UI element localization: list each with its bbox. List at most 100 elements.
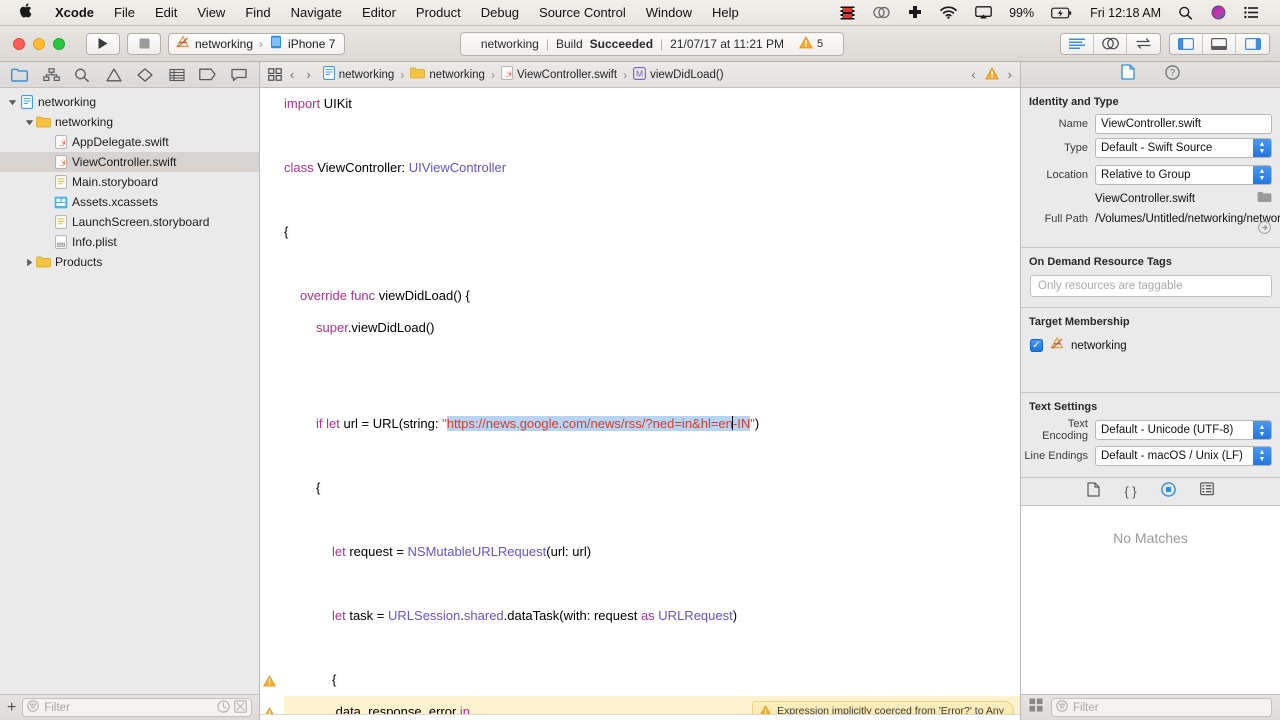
code-line[interactable]: let request = NSMutableURLRequest(url: u… [284, 536, 1020, 568]
file-inspector-tab[interactable] [1121, 64, 1135, 85]
test-navigator-tab[interactable] [130, 62, 161, 87]
disclosure-triangle-icon[interactable] [23, 118, 35, 127]
status-warning-group[interactable]: 5 [799, 35, 823, 52]
file-name-field[interactable]: ViewController.swift [1095, 113, 1272, 134]
gutter-warning-icon[interactable] [263, 674, 277, 688]
file-type-select[interactable]: Default - Swift Source ▲ ▼ [1095, 137, 1272, 158]
project-file-tree[interactable]: networking networking AppDelegate.swift Vie… [0, 88, 259, 694]
code-line[interactable] [284, 440, 1020, 472]
reveal-in-finder-icon[interactable] [1258, 221, 1271, 238]
file-tree-row[interactable]: Assets.xcassets [0, 192, 259, 212]
code-line[interactable]: override func viewDidLoad() { [284, 280, 1020, 312]
stop-button[interactable] [127, 32, 161, 55]
file-tree-row[interactable]: Info.plist [0, 232, 259, 252]
activity-status-view[interactable]: networking | Build Succeeded | 21/07/17 … [460, 31, 844, 56]
toggle-navigator-button[interactable] [1170, 33, 1203, 54]
code-line[interactable]: class ViewController: UIViewController [284, 152, 1020, 184]
code-line[interactable] [284, 344, 1020, 376]
file-tree-row[interactable]: Main.storyboard [0, 172, 259, 192]
find-navigator-tab[interactable] [67, 62, 98, 87]
line-endings-select[interactable]: Default - macOS / Unix (LF) ▲ ▼ [1095, 445, 1272, 466]
scheme-selector[interactable]: networking › iPhone 7 [168, 32, 346, 55]
location-select[interactable]: Relative to Group ▲ ▼ [1095, 164, 1272, 185]
airplay-icon[interactable] [966, 6, 1001, 19]
media-library-tab[interactable] [1199, 482, 1214, 501]
close-window-button[interactable] [13, 37, 25, 50]
target-membership-row[interactable]: ✓ networking [1021, 333, 1280, 358]
menu-file[interactable]: File [104, 5, 145, 20]
choose-file-folder-icon[interactable] [1257, 190, 1272, 208]
add-file-button[interactable]: + [7, 699, 16, 716]
chevron-updown-icon[interactable]: ▲ ▼ [1253, 138, 1271, 157]
navigate-forward-button[interactable]: › [306, 67, 310, 82]
file-tree-row[interactable]: Products [0, 252, 259, 272]
menu-bar-clock[interactable]: Fri 12:18 AM [1082, 6, 1169, 20]
file-tree-row[interactable]: ViewController.swift [0, 152, 259, 172]
siri-icon[interactable] [1202, 5, 1235, 20]
code-line[interactable]: let task = URLSession.shared.dataTask(wi… [284, 600, 1020, 632]
code-line[interactable]: { [284, 472, 1020, 504]
dropbox-icon[interactable] [899, 6, 931, 19]
code-line[interactable] [284, 120, 1020, 152]
code-scroll-view[interactable]: import UIKit class ViewController: UIView… [280, 88, 1020, 714]
menu-window[interactable]: Window [636, 5, 702, 20]
related-items-icon[interactable] [268, 68, 282, 81]
code-line[interactable] [284, 568, 1020, 600]
breakpoint-navigator-tab[interactable] [192, 62, 223, 87]
file-tree-row[interactable]: AppDelegate.swift [0, 132, 259, 152]
file-tree-row[interactable]: networking [0, 112, 259, 132]
wifi-icon[interactable] [931, 6, 966, 19]
menu-editor[interactable]: Editor [352, 5, 406, 20]
object-library-tab[interactable] [1160, 481, 1176, 502]
file-tree-row[interactable]: networking [0, 92, 259, 112]
source-control-filter-icon[interactable] [234, 699, 247, 716]
chevron-updown-icon[interactable]: ▲ ▼ [1253, 165, 1271, 184]
navigator-filter-field[interactable]: Filter [22, 698, 252, 717]
code-line[interactable]: super.viewDidLoad() [284, 312, 1020, 344]
project-navigator-tab[interactable] [4, 62, 35, 87]
navigate-back-button[interactable]: ‹ [290, 67, 294, 82]
library-view-mode-icon[interactable] [1029, 698, 1043, 717]
chevron-updown-icon[interactable]: ▲ ▼ [1253, 446, 1271, 465]
code-line[interactable] [284, 248, 1020, 280]
minimize-window-button[interactable] [33, 37, 45, 50]
toggle-utilities-button[interactable] [1236, 33, 1269, 54]
quick-help-inspector-tab[interactable]: ? [1165, 64, 1180, 85]
report-navigator-tab[interactable] [224, 62, 255, 87]
code-line[interactable]: if let url = URL(string: "https://news.g… [284, 408, 1020, 440]
run-button[interactable] [86, 32, 120, 55]
breadcrumb-file[interactable]: ViewController.swift [501, 66, 617, 83]
creative-cloud-icon[interactable] [864, 6, 899, 19]
menu-view[interactable]: View [187, 5, 235, 20]
gutter-warning-icon[interactable] [263, 706, 277, 714]
code-line[interactable] [284, 504, 1020, 536]
menu-product[interactable]: Product [406, 5, 471, 20]
code-line[interactable]: data, response, error in Expression impli… [284, 696, 1020, 714]
assistant-editor-button[interactable] [1094, 33, 1127, 54]
library-filter-field[interactable]: Filter [1051, 698, 1272, 717]
menu-navigate[interactable]: Navigate [281, 5, 352, 20]
code-line[interactable]: { [284, 216, 1020, 248]
apple-menu-icon[interactable] [8, 2, 45, 21]
breadcrumb-group[interactable]: networking [410, 67, 485, 82]
version-editor-button[interactable] [1127, 33, 1160, 54]
code-line[interactable] [284, 632, 1020, 664]
menu-help[interactable]: Help [702, 5, 749, 20]
recent-files-filter-icon[interactable] [217, 699, 230, 716]
menu-source-control[interactable]: Source Control [529, 5, 636, 20]
text-encoding-select[interactable]: Default - Unicode (UTF-8) ▲ ▼ [1095, 420, 1272, 440]
standard-editor-button[interactable] [1061, 33, 1094, 54]
disclosure-triangle-icon[interactable] [23, 258, 35, 267]
menu-edit[interactable]: Edit [145, 5, 187, 20]
toggle-debug-area-button[interactable] [1203, 33, 1236, 54]
menu-xcode[interactable]: Xcode [45, 5, 104, 20]
spotlight-search-icon[interactable] [1169, 6, 1202, 20]
breadcrumb-project[interactable]: networking [322, 66, 394, 83]
disclosure-triangle-icon[interactable] [6, 98, 18, 107]
code-line[interactable]: { [284, 664, 1020, 696]
issue-navigator-tab[interactable] [98, 62, 129, 87]
chevron-updown-icon[interactable]: ▲ ▼ [1253, 421, 1271, 439]
odr-tags-field[interactable]: Only resources are taggable [1030, 275, 1272, 297]
code-line[interactable]: import UIKit [284, 88, 1020, 120]
debug-navigator-tab[interactable] [161, 62, 192, 87]
